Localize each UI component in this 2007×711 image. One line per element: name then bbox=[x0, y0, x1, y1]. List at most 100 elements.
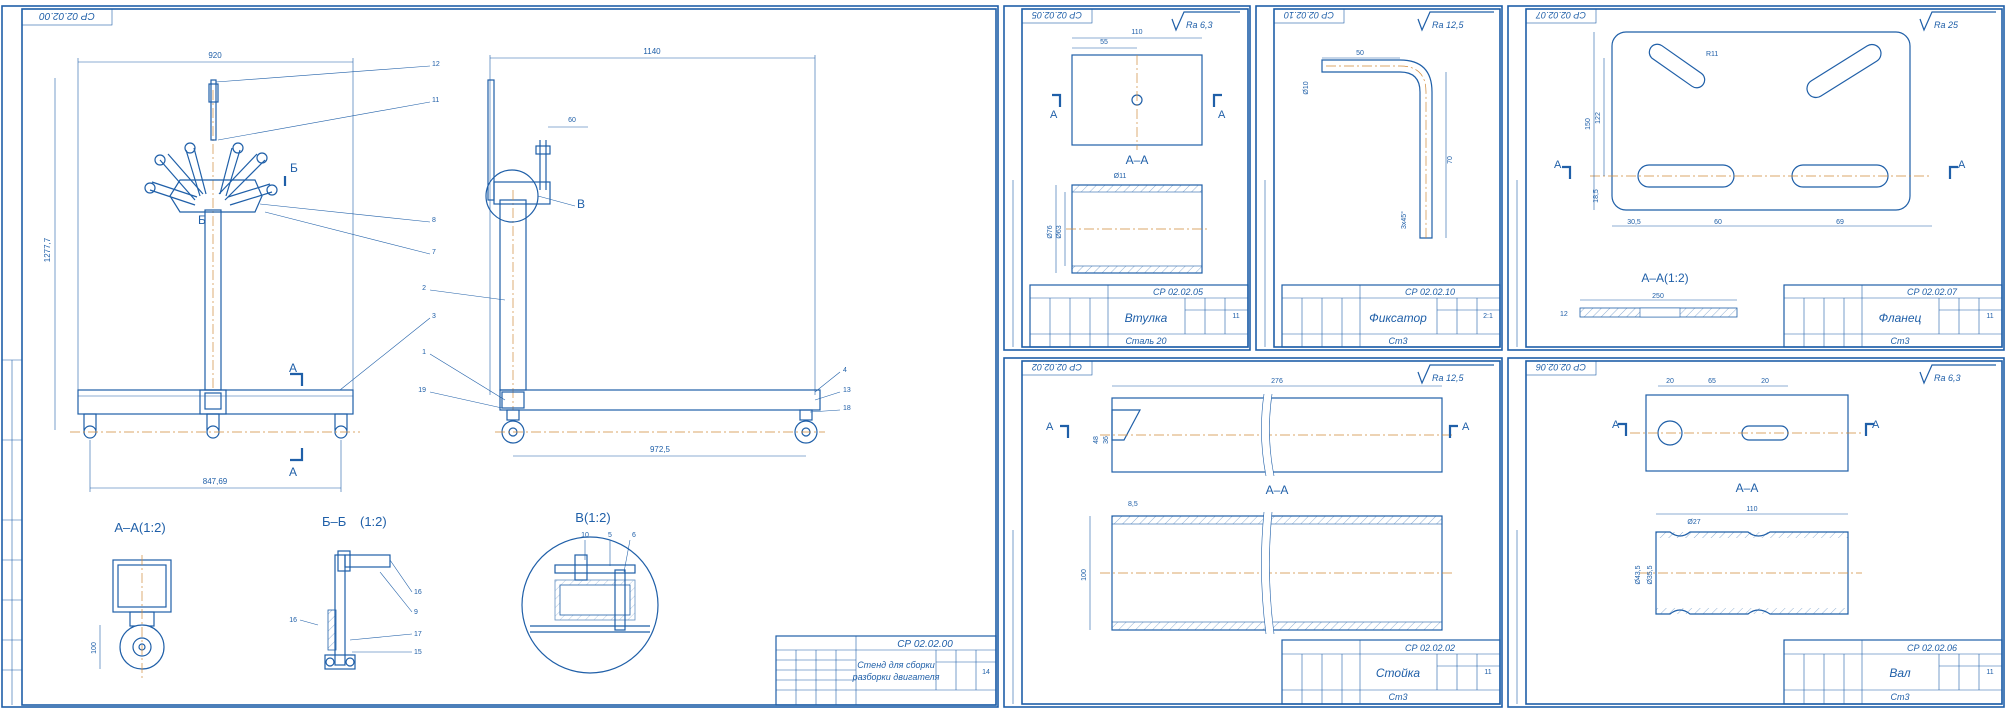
svg-text:2:1: 2:1 bbox=[1483, 313, 1493, 320]
svg-text:48: 48 bbox=[1093, 436, 1100, 444]
svg-text:12: 12 bbox=[1560, 311, 1568, 318]
svg-text:65: 65 bbox=[1708, 378, 1716, 385]
dim-handle: 60 bbox=[568, 117, 576, 124]
pos-3: 3 bbox=[432, 313, 436, 320]
dim-base: 972,5 bbox=[650, 445, 671, 454]
section-bb-view: Б–Б (1:2) 16 9 17 15 16 bbox=[289, 514, 422, 670]
svg-text:Ø27: Ø27 bbox=[1687, 519, 1700, 526]
svg-text:А: А bbox=[1958, 159, 1966, 171]
flanec-title: Фланец bbox=[1879, 311, 1922, 325]
flanec-title-block: СР 02.02.07 Фланец Ст3 11 bbox=[1783, 284, 2003, 348]
section-mark-b2: Б bbox=[198, 213, 206, 227]
val-roughness: Ra 6,3 bbox=[1919, 364, 1996, 385]
pos-18: 18 bbox=[843, 405, 851, 412]
svg-text:А: А bbox=[1872, 419, 1880, 431]
stoika-code-top: СР 02.02.02 bbox=[1032, 362, 1082, 372]
svg-text:3x45°: 3x45° bbox=[1400, 211, 1408, 229]
val-code-top: СР 02.02.06 bbox=[1536, 362, 1586, 372]
svg-text:122: 122 bbox=[1595, 112, 1602, 124]
svg-text:А: А bbox=[1462, 421, 1470, 433]
pos-9: 9 bbox=[414, 609, 418, 616]
flanec-code: СР 02.02.07 bbox=[1907, 287, 1958, 297]
pos-16a: 16 bbox=[289, 617, 297, 624]
svg-text:55: 55 bbox=[1100, 39, 1108, 46]
pos-5: 5 bbox=[608, 532, 612, 539]
vtulka-roughness: Ra 6,3 bbox=[1171, 11, 1240, 32]
sheet-stoika: СР 02.02.02 Ra 12,5 276 48 36 А А А–А 10… bbox=[1003, 357, 1503, 708]
vtulka-code-top: СР 02.02.05 bbox=[1031, 10, 1082, 20]
svg-text:Ra 25: Ra 25 bbox=[1934, 20, 1959, 30]
flanec-roughness: Ra 25 bbox=[1919, 11, 1996, 32]
pos-15: 15 bbox=[414, 649, 422, 656]
svg-text:30,5: 30,5 bbox=[1627, 219, 1641, 226]
dim-width: 920 bbox=[208, 51, 222, 60]
svg-text:Ø10: Ø10 bbox=[1303, 81, 1310, 94]
svg-text:150: 150 bbox=[1585, 118, 1592, 130]
pos-17: 17 bbox=[414, 631, 422, 638]
stoika-section: А–А bbox=[1266, 483, 1289, 497]
svg-text:Ø63: Ø63 bbox=[1056, 225, 1063, 238]
vtulka-title-block: СР 02.02.05 Втулка Сталь 20 11 bbox=[1029, 284, 1249, 348]
section-bb-title: Б–Б bbox=[322, 514, 346, 529]
svg-text:11: 11 bbox=[1986, 669, 1993, 676]
fiksator-roughness: Ra 12,5 bbox=[1417, 11, 1494, 32]
svg-text:Ra 6,3: Ra 6,3 bbox=[1934, 373, 1961, 383]
section-aa-view: А–А(1:2) 100 bbox=[91, 520, 172, 678]
svg-text:Ra 12,5: Ra 12,5 bbox=[1432, 373, 1465, 383]
assembly-code-top: СР 02.02.00 bbox=[39, 10, 95, 21]
svg-text:R11: R11 bbox=[1706, 51, 1718, 58]
val-title: Вал bbox=[1889, 666, 1911, 680]
svg-text:Ø35,5: Ø35,5 bbox=[1647, 565, 1654, 584]
sheet-fiksator: СР 02.02.10 Ra 12,5 50 Ø10 70 3x45° СР 0… bbox=[1255, 5, 1503, 351]
detail-v-view: В(1:2) 10 5 6 bbox=[521, 510, 659, 674]
svg-text:20: 20 bbox=[1666, 378, 1674, 385]
assembly-inner-frame bbox=[21, 8, 997, 706]
svg-text:250: 250 bbox=[1652, 293, 1664, 300]
svg-text:18,5: 18,5 bbox=[1593, 189, 1600, 203]
assembly-code: СР 02.02.00 bbox=[897, 639, 953, 650]
svg-text:А: А bbox=[1046, 421, 1054, 433]
fiksator-code-top: СР 02.02.10 bbox=[1284, 10, 1334, 20]
vtulka-title: Втулка bbox=[1125, 311, 1168, 325]
pos-2: 2 bbox=[422, 285, 426, 292]
flanec-code-top: СР 02.02.07 bbox=[1535, 10, 1586, 20]
fiksator-title: Фиксатор bbox=[1369, 311, 1427, 325]
pos-1: 1 bbox=[422, 349, 426, 356]
sheet-flanec: СР 02.02.07 Ra 25 А А 150 122 18,5 30,5 … bbox=[1507, 5, 2005, 351]
section-mark-a1: А bbox=[289, 361, 297, 375]
detail-v-title: В(1:2) bbox=[575, 510, 610, 525]
pos-6: 6 bbox=[632, 532, 636, 539]
svg-text:276: 276 bbox=[1271, 378, 1283, 385]
svg-text:Ø76: Ø76 bbox=[1047, 225, 1054, 238]
pos-16b: 16 bbox=[414, 589, 422, 596]
pos-8: 8 bbox=[432, 217, 436, 224]
side-view: 1140 60 В 972,5 2 1 19 4 13 18 bbox=[418, 47, 851, 457]
front-view: 920 1277,7 847,69 А А Б Б 12 11 8 7 3 bbox=[43, 51, 440, 492]
assembly-title-1: Стенд для сборки bbox=[857, 660, 935, 670]
dim-height: 1277,7 bbox=[43, 237, 52, 262]
pos-13: 13 bbox=[843, 387, 851, 394]
svg-text:50: 50 bbox=[1356, 50, 1364, 57]
svg-text:60: 60 bbox=[1714, 219, 1722, 226]
svg-text:36: 36 bbox=[1103, 436, 1110, 444]
svg-text:А: А bbox=[1612, 419, 1620, 431]
pos-11: 11 bbox=[432, 97, 439, 104]
svg-text:А: А bbox=[1218, 109, 1226, 121]
svg-text:Ø43,5: Ø43,5 bbox=[1635, 565, 1642, 584]
svg-text:Ra 12,5: Ra 12,5 bbox=[1432, 20, 1465, 30]
pos-7: 7 bbox=[432, 249, 436, 256]
section-aa-title: А–А(1:2) bbox=[114, 520, 165, 535]
section-mark-b1: Б bbox=[290, 161, 298, 175]
svg-text:8,5: 8,5 bbox=[1128, 501, 1138, 508]
section-mark-a2: А bbox=[289, 465, 297, 479]
svg-text:Ra 6,3: Ra 6,3 bbox=[1186, 20, 1213, 30]
val-code: СР 02.02.06 bbox=[1907, 643, 1957, 653]
stoika-code: СР 02.02.02 bbox=[1405, 643, 1455, 653]
stoika-title: Стойка bbox=[1376, 666, 1421, 680]
stoika-material: Ст3 bbox=[1388, 692, 1407, 702]
svg-text:А: А bbox=[1050, 109, 1058, 121]
sheet-val: СР 02.02.06 Ra 6,3 20 65 20 А А А–А 110 … bbox=[1507, 357, 2005, 708]
flanec-material: Ст3 bbox=[1890, 336, 1909, 346]
svg-text:А: А bbox=[1554, 159, 1562, 171]
svg-text:70: 70 bbox=[1447, 156, 1454, 164]
